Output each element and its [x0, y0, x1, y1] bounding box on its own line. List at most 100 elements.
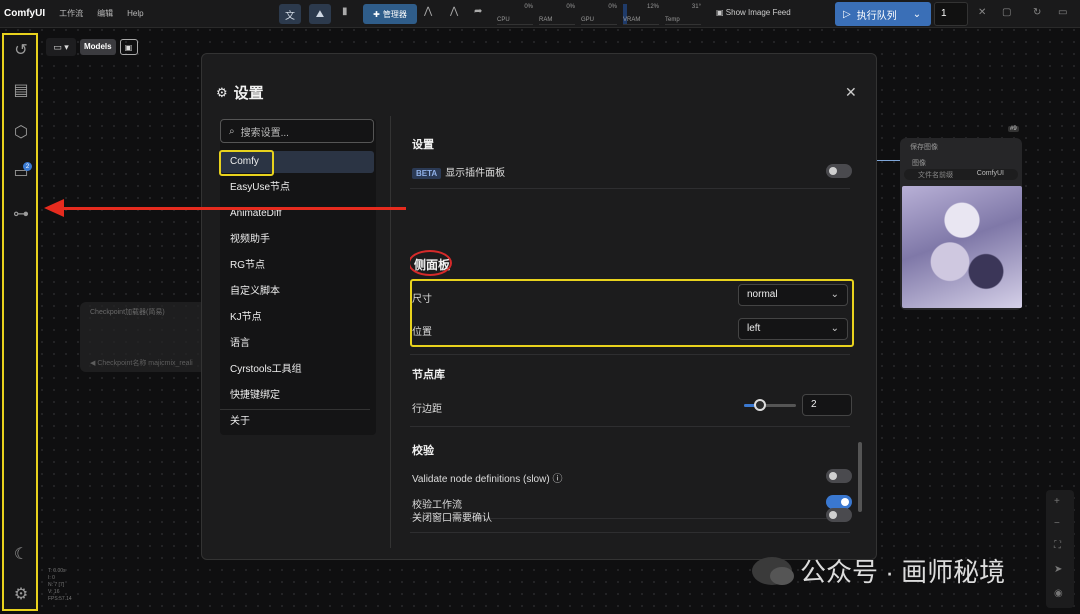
node-id-badge: #9	[1008, 126, 1019, 132]
show-plugin-panel-toggle[interactable]	[826, 164, 852, 178]
close-confirm-label: 关闭窗口需要确认	[412, 513, 492, 524]
cube-icon[interactable]: ⬡	[12, 123, 30, 141]
show-image-feed-button[interactable]: ▣ Show Image Feed	[716, 8, 791, 17]
category-cyrstools[interactable]: Cyrstools工具组	[220, 359, 374, 381]
close-icon[interactable]: ✕	[845, 84, 857, 101]
app-brand: ComfyUI	[4, 8, 46, 19]
translate-icon[interactable]: 文	[279, 4, 301, 24]
graph-icon[interactable]: ⋀	[424, 6, 432, 17]
search-icon: ⌕	[229, 125, 235, 137]
validate-nodes-toggle[interactable]	[826, 469, 852, 483]
category-about[interactable]: 关于	[220, 411, 374, 433]
row-spacing-label: 行边距	[412, 404, 442, 415]
maximize-icon[interactable]: ▢	[1002, 7, 1011, 18]
category-rg-nodes[interactable]: RG节点	[220, 255, 374, 277]
settings-search-input[interactable]: ⌕ 搜索设置...	[220, 119, 374, 143]
document-icon[interactable]: ▤	[12, 81, 30, 99]
save-icon[interactable]: ▣	[119, 39, 138, 55]
annotation-arrow-line	[62, 207, 406, 210]
sidebar: ↺ ▤ ⬡ ▭ 2 ⊶ ☾ ⚙	[2, 33, 38, 611]
zoom-out-icon[interactable]: −	[1054, 518, 1060, 529]
category-divider	[220, 409, 370, 410]
manager-button[interactable]: ✚ 管理器	[363, 4, 417, 24]
section-settings-title: 设置	[412, 139, 434, 151]
gear-icon[interactable]: ⚙	[12, 585, 30, 603]
panel-divider	[390, 116, 391, 548]
category-video-helper[interactable]: 视频助手	[220, 229, 374, 251]
category-kj-nodes[interactable]: KJ节点	[220, 307, 374, 329]
moon-icon[interactable]: ☾	[12, 545, 30, 563]
section-validation-title: 校验	[412, 445, 434, 457]
queue-button[interactable]: ▷ 执行队列 ⌄	[835, 2, 931, 26]
chevron-down-icon: ⌄	[830, 323, 839, 334]
section-window-title: 窗口	[412, 534, 434, 536]
node-icon[interactable]: ⛰	[309, 4, 331, 24]
node-title: 保存图像	[910, 144, 938, 151]
gpu-stat: 0% GPU	[581, 4, 617, 25]
graph-alt-icon[interactable]: ⋀	[450, 6, 458, 17]
size-label: 尺寸	[412, 294, 432, 305]
node-tree-icon[interactable]: ⊶	[12, 205, 30, 223]
models-button[interactable]: Models	[80, 39, 116, 55]
share-icon[interactable]: ➦	[474, 6, 482, 17]
validate-nodes-label: Validate node definitions (slow) ⓘ	[412, 474, 563, 485]
settings-content: 设置 BETA 显示插件面板 侧面板 尺寸 normal ⌄ 位置 left ⌄ 节点…	[410, 116, 856, 536]
folder-menu-button[interactable]: ▭ ▾	[46, 38, 76, 56]
fit-view-icon[interactable]: ⛶	[1054, 540, 1061, 551]
category-keybinding[interactable]: 快捷键绑定	[220, 385, 374, 407]
divider	[410, 354, 850, 355]
position-label: 位置	[412, 327, 432, 338]
checkpoint-loader-node[interactable]: Checkpoint加载器(简易) ◀ Checkpoint名称 majicmi…	[80, 302, 210, 372]
zoom-controls: + − ⛶ ➤ ◉	[1046, 490, 1074, 608]
save-image-node[interactable]: 保存图像 图像 文件名前缀 ComfyUI	[900, 138, 1022, 310]
bookmark-icon[interactable]: ▮	[342, 6, 348, 17]
dialog-header: ⚙ 设置	[216, 82, 264, 103]
row-spacing-slider[interactable]	[744, 399, 796, 411]
section-node-library-title: 节点库	[412, 369, 445, 381]
canvas-toolbar: ▭ ▾ Models ▣	[46, 38, 138, 56]
queue-count-input[interactable]: 1	[934, 2, 968, 26]
temp-stat: 31° Temp	[665, 4, 701, 25]
size-select[interactable]: normal ⌄	[738, 284, 848, 306]
slider-handle[interactable]	[753, 399, 766, 411]
divider	[410, 426, 850, 427]
dialog-title: 设置	[233, 85, 264, 102]
menu-edit[interactable]: 编辑	[97, 8, 113, 19]
validate-workflow-toggle[interactable]	[826, 495, 852, 509]
cpu-stat: 0% CPU	[497, 4, 533, 25]
divider	[410, 532, 850, 533]
filename-prefix-widget[interactable]: 文件名前缀 ComfyUI	[904, 169, 1018, 180]
vram-stat: 12% VRAM	[623, 4, 659, 25]
puzzle-icon: ✚	[373, 9, 380, 19]
chevron-down-icon[interactable]: ⌄	[913, 9, 921, 20]
gear-icon: ⚙	[216, 84, 228, 100]
settings-scrollbar[interactable]	[858, 442, 862, 512]
history-icon[interactable]: ↺	[12, 41, 30, 59]
close-icon[interactable]: ✕	[978, 7, 986, 18]
divider	[410, 188, 850, 189]
row-spacing-input[interactable]: 2	[802, 394, 852, 416]
menu-help[interactable]: Help	[127, 9, 143, 18]
play-icon: ▷	[843, 8, 851, 20]
wechat-icon	[752, 556, 794, 585]
generated-image	[902, 186, 1022, 308]
category-custom-scripts[interactable]: 自定义脚本	[220, 281, 374, 303]
refresh-icon[interactable]: ↻	[1033, 7, 1041, 18]
locate-icon[interactable]: ➤	[1054, 564, 1062, 575]
menu-workflow[interactable]: 工作流	[59, 8, 83, 19]
queue-manager-icon[interactable]: ▭	[1058, 7, 1067, 18]
zoom-in-icon[interactable]: +	[1054, 496, 1060, 507]
eye-icon[interactable]: ◉	[1054, 588, 1063, 599]
category-language[interactable]: 语言	[220, 333, 374, 355]
node-widget[interactable]: ◀ Checkpoint名称 majicmix_reali	[90, 358, 193, 368]
annotation-arrow-head	[44, 199, 64, 217]
close-confirm-toggle[interactable]	[826, 508, 852, 522]
ram-stat: 0% RAM	[539, 4, 575, 25]
beta-badge: BETA	[412, 168, 442, 179]
info-icon[interactable]: ⓘ	[552, 474, 562, 485]
watermark: 公众号 · 画师秘境	[752, 552, 1005, 589]
settings-dialog: ⚙ 设置 ✕ ⌕ 搜索设置... Comfy EasyUse节点 Animate…	[201, 53, 877, 560]
node-input: 图像	[912, 160, 926, 167]
category-easyuse[interactable]: EasyUse节点	[220, 177, 374, 199]
position-select[interactable]: left ⌄	[738, 318, 848, 340]
